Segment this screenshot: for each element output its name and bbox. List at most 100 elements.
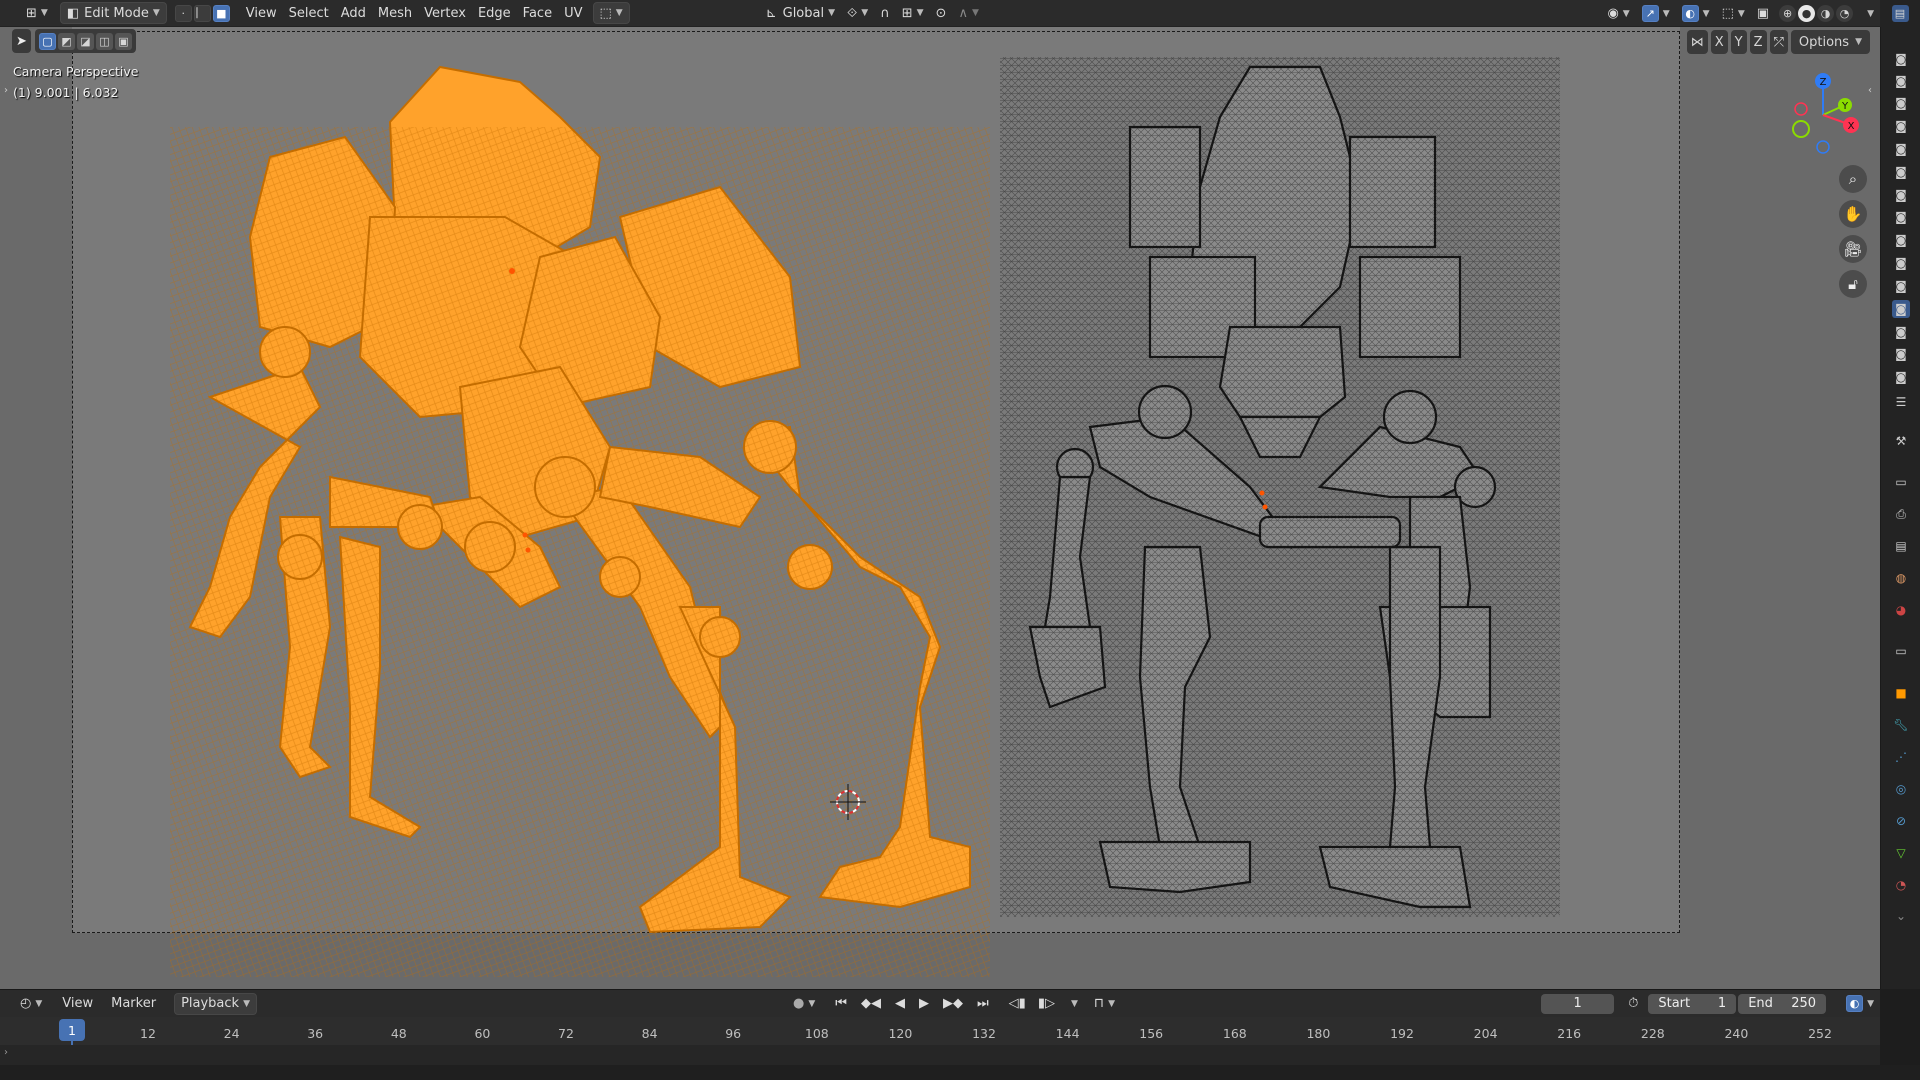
- camera-item-icon[interactable]: ◙: [1892, 163, 1910, 181]
- keying-set-button[interactable]: ▼: [1061, 993, 1084, 1015]
- timeline-editor-type-button[interactable]: ◴ ▼: [14, 993, 48, 1015]
- selected-mech-mesh[interactable]: [170, 65, 990, 977]
- camera-item-icon[interactable]: ◙: [1892, 323, 1910, 341]
- current-frame-field[interactable]: 1: [1540, 993, 1615, 1014]
- tool-properties-icon[interactable]: ⚒: [1892, 432, 1910, 450]
- playhead-frame-indicator[interactable]: 1: [59, 1019, 85, 1041]
- menu-add[interactable]: Add: [335, 2, 372, 24]
- playback-dropdown[interactable]: Playback ▼: [174, 992, 257, 1015]
- output-properties-icon[interactable]: ⎙: [1892, 505, 1910, 523]
- mirror-axis-x[interactable]: X: [1710, 30, 1728, 54]
- jump-start-icon[interactable]: ⏮: [829, 993, 853, 1015]
- camera-item-icon[interactable]: ◙: [1892, 140, 1910, 158]
- camera-item-icon[interactable]: ◙: [1892, 277, 1910, 295]
- camera-view-icon[interactable]: 🎥︎: [1839, 235, 1867, 263]
- keyframe-next-button[interactable]: ▮▷: [1032, 993, 1061, 1015]
- preview-range-toggle[interactable]: ⏱: [1622, 993, 1644, 1015]
- camera-item-icon[interactable]: ◙: [1892, 368, 1910, 386]
- proportional-edit-toggle[interactable]: ⊙: [930, 2, 953, 24]
- falloff-button[interactable]: ∧ ▼: [952, 2, 984, 24]
- snap-target-button[interactable]: ⊞ ▼: [896, 2, 930, 24]
- overlays-toggle[interactable]: ◐ ▼: [1676, 3, 1716, 25]
- menu-edge[interactable]: Edge: [472, 2, 517, 24]
- menu-uv[interactable]: UV: [558, 2, 588, 24]
- scene-properties-icon[interactable]: ◍: [1892, 569, 1910, 587]
- gizmo-neg-x-axis[interactable]: [1794, 102, 1808, 116]
- camera-item-icon[interactable]: ◙: [1892, 72, 1910, 90]
- mode-select[interactable]: ◧ Edit Mode ▼: [59, 2, 167, 24]
- timeline-area[interactable]: 1 12 24 36 48 60 72 84 96 108 120 132 144 156 168 180 1…: [0, 1017, 1880, 1065]
- view-layer-properties-icon[interactable]: ▤: [1892, 537, 1910, 555]
- world-properties-icon[interactable]: ◕: [1892, 601, 1910, 619]
- gizmo-neg-z-axis[interactable]: [1816, 140, 1830, 154]
- navigation-gizmo[interactable]: Z Y X: [1785, 67, 1865, 157]
- constraint-properties-icon[interactable]: ⊘: [1892, 812, 1910, 830]
- camera-item-icon[interactable]: ◙: [1892, 208, 1910, 226]
- timeline-menu-view[interactable]: View: [56, 993, 99, 1015]
- keyframe-prev-button[interactable]: ◁▮: [1003, 993, 1032, 1015]
- gizmo-neg-y-axis[interactable]: [1792, 120, 1810, 138]
- select-new-icon[interactable]: ▢: [38, 32, 56, 50]
- menu-face[interactable]: Face: [517, 2, 558, 24]
- transform-orientation-select[interactable]: ⊾ Global ▼: [760, 2, 841, 24]
- select-extend-icon[interactable]: ◩: [57, 32, 75, 50]
- timeline-view-options-button[interactable]: ◐ ▼: [1840, 993, 1880, 1015]
- mesh-edit-overlays-button[interactable]: ⬚ ▼: [1716, 3, 1751, 25]
- options-dropdown[interactable]: Options ▼: [1790, 30, 1870, 54]
- chevron-down-icon[interactable]: ⌄: [1892, 907, 1910, 925]
- camera-item-icon[interactable]: ◙: [1892, 94, 1910, 112]
- menu-mesh[interactable]: Mesh: [372, 2, 418, 24]
- camera-item-icon[interactable]: ◙: [1892, 254, 1910, 272]
- 3d-viewport[interactable]: Camera Perspective (1) 9.001 | 6.032 ➤ ▢…: [0, 27, 1880, 989]
- prev-keyframe-icon[interactable]: ◆◀: [855, 993, 887, 1015]
- pivot-point-button[interactable]: ⟐ ▼: [841, 2, 874, 24]
- menu-select[interactable]: Select: [283, 2, 335, 24]
- menu-vertex[interactable]: Vertex: [418, 2, 472, 24]
- edge-select-icon[interactable]: ⎸: [193, 4, 211, 22]
- play-reverse-icon[interactable]: ◀: [889, 993, 911, 1015]
- material-properties-icon[interactable]: ◔: [1892, 876, 1910, 894]
- gizmo-toggle[interactable]: ↗ ▼: [1636, 3, 1676, 25]
- start-frame-field[interactable]: Start 1: [1648, 993, 1737, 1014]
- menu-view[interactable]: View: [240, 2, 283, 24]
- mirror-axis-z[interactable]: Z: [1749, 30, 1767, 54]
- modifier-properties-icon[interactable]: 🔧︎: [1892, 716, 1910, 734]
- select-difference-icon[interactable]: ◫: [95, 32, 113, 50]
- sidebar-toggle-icon[interactable]: ‹: [1868, 85, 1872, 96]
- wireframe-shading-icon[interactable]: ⊕: [1779, 5, 1797, 22]
- particles-properties-icon[interactable]: ⋰: [1892, 748, 1910, 766]
- render-properties-icon[interactable]: ▭: [1892, 473, 1910, 491]
- jump-end-icon[interactable]: ⏭: [971, 993, 995, 1015]
- lock-icon[interactable]: 🔓︎: [1839, 270, 1867, 298]
- camera-item-icon[interactable]: ◙: [1892, 117, 1910, 135]
- physics-properties-icon[interactable]: ◎: [1892, 780, 1910, 798]
- mirror-axis-y[interactable]: Y: [1730, 30, 1747, 54]
- zoom-icon[interactable]: ⌕: [1839, 165, 1867, 193]
- camera-item-icon[interactable]: ◙: [1892, 300, 1910, 318]
- active-tool-button[interactable]: ➤: [12, 29, 31, 53]
- end-frame-field[interactable]: End 250: [1738, 993, 1827, 1014]
- solid-shading-icon[interactable]: ●: [1798, 5, 1816, 22]
- properties-editor-icon[interactable]: ▤: [1891, 5, 1909, 22]
- camera-item-icon[interactable]: ◙: [1892, 50, 1910, 68]
- next-keyframe-icon[interactable]: ▶◆: [937, 993, 969, 1015]
- snap-toggle[interactable]: ∩: [874, 2, 896, 24]
- mirror-toggle[interactable]: ⋈: [1686, 30, 1708, 54]
- camera-item-icon[interactable]: ◙: [1892, 231, 1910, 249]
- camera-item-icon[interactable]: ◙: [1892, 186, 1910, 204]
- select-subtract-icon[interactable]: ◪: [76, 32, 94, 50]
- object-properties-icon[interactable]: ■: [1892, 684, 1910, 702]
- timeline-menu-marker[interactable]: Marker: [105, 993, 162, 1015]
- collection-properties-icon[interactable]: ▭: [1892, 642, 1910, 660]
- uv-sync-button[interactable]: ⬚ ▼: [592, 2, 630, 24]
- rendered-shading-icon[interactable]: ◔: [1836, 5, 1854, 22]
- auto-merge-toggle[interactable]: ⤱: [1769, 30, 1788, 54]
- visibility-button[interactable]: ◉ ▼: [1601, 3, 1635, 25]
- auto-keying-toggle[interactable]: ● ▼: [787, 993, 821, 1015]
- data-properties-icon[interactable]: ▽: [1892, 844, 1910, 862]
- face-select-icon[interactable]: ■: [212, 4, 230, 22]
- pan-hand-icon[interactable]: ✋: [1839, 200, 1867, 228]
- camera-item-icon[interactable]: ◙: [1892, 345, 1910, 363]
- shading-options-button[interactable]: ▼: [1857, 3, 1880, 25]
- editor-type-button[interactable]: ⊞ ▼: [20, 2, 54, 24]
